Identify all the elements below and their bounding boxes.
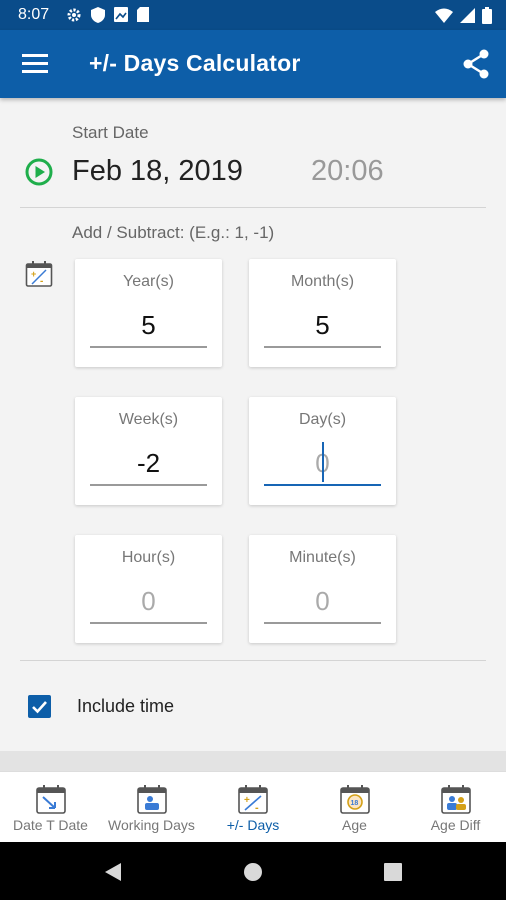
sd-card-icon [137,7,149,22]
add-subtract-label: Add / Subtract: (E.g.: 1, -1) [72,223,275,242]
content-footer-band [0,751,506,771]
signal-icon [460,8,475,23]
divider [20,207,486,208]
hours-label: Hour(s) [121,549,176,566]
include-time-checkbox[interactable] [28,695,51,718]
age-diff-icon [440,785,471,814]
start-play-icon[interactable] [25,158,53,186]
bottom-navigation: Date T Date Working Days + - +/- Days 18 [0,771,506,842]
date-to-date-icon [35,785,66,814]
minutes-card: Minute(s) [249,535,396,643]
months-input[interactable] [264,304,381,348]
settings-icon [67,8,81,22]
menu-icon[interactable] [22,52,48,74]
svg-text:+: + [31,269,36,279]
years-label: Year(s) [123,273,174,290]
nav-label: Age Diff [430,817,481,833]
share-icon[interactable] [460,48,492,80]
home-icon[interactable] [243,862,263,882]
plus-minus-days-icon: + - [238,785,268,814]
nav-label: Age [342,817,367,833]
app-bar: +/- Days Calculator [0,30,506,98]
hours-input[interactable] [90,580,207,624]
status-time: 8:07 [18,6,50,23]
days-label: Day(s) [298,411,347,428]
svg-text:-: - [40,276,43,287]
status-bar: 8:07 [0,0,506,30]
text-cursor [322,442,324,482]
divider [20,660,486,661]
nav-plus-minus-days[interactable]: + - +/- Days [202,772,304,842]
nav-age-diff[interactable]: Age Diff [405,772,506,842]
checkmark-icon [32,701,47,714]
start-date-value[interactable]: Feb 18, 2019 [72,155,243,188]
years-card: Year(s) [75,259,222,367]
months-label: Month(s) [290,273,355,290]
years-input[interactable] [90,304,207,348]
shield-icon [91,7,105,23]
weeks-card: Week(s) [75,397,222,505]
start-time-value[interactable]: 20:06 [311,155,384,188]
weeks-label: Week(s) [118,411,179,428]
nav-label: Date T Date [13,817,88,833]
nav-age[interactable]: 18 Age [304,772,405,842]
nav-label: +/- Days [226,817,280,833]
image-notification-icon [114,7,128,22]
plus-minus-calendar-icon: + - [25,261,53,287]
start-date-label: Start Date [72,123,149,142]
minutes-label: Minute(s) [289,549,356,566]
nav-date-to-date[interactable]: Date T Date [0,772,101,842]
svg-text:18: 18 [350,800,358,807]
battery-icon [482,7,492,24]
wifi-icon [435,8,453,23]
back-icon[interactable] [103,862,123,882]
weeks-input[interactable] [90,442,207,486]
hours-card: Hour(s) [75,535,222,643]
age-icon: 18 [339,785,370,814]
include-time-label[interactable]: Include time [77,696,174,717]
nav-label: Working Days [108,817,195,833]
working-days-icon [136,785,167,814]
svg-text:-: - [255,802,259,814]
minutes-input[interactable] [264,580,381,624]
recents-icon[interactable] [384,863,402,881]
days-card: Day(s) [249,397,396,505]
months-card: Month(s) [249,259,396,367]
nav-working-days[interactable]: Working Days [101,772,202,842]
page-title: +/- Days Calculator [89,50,301,76]
svg-text:+: + [244,795,250,806]
system-navigation-bar [0,842,506,900]
